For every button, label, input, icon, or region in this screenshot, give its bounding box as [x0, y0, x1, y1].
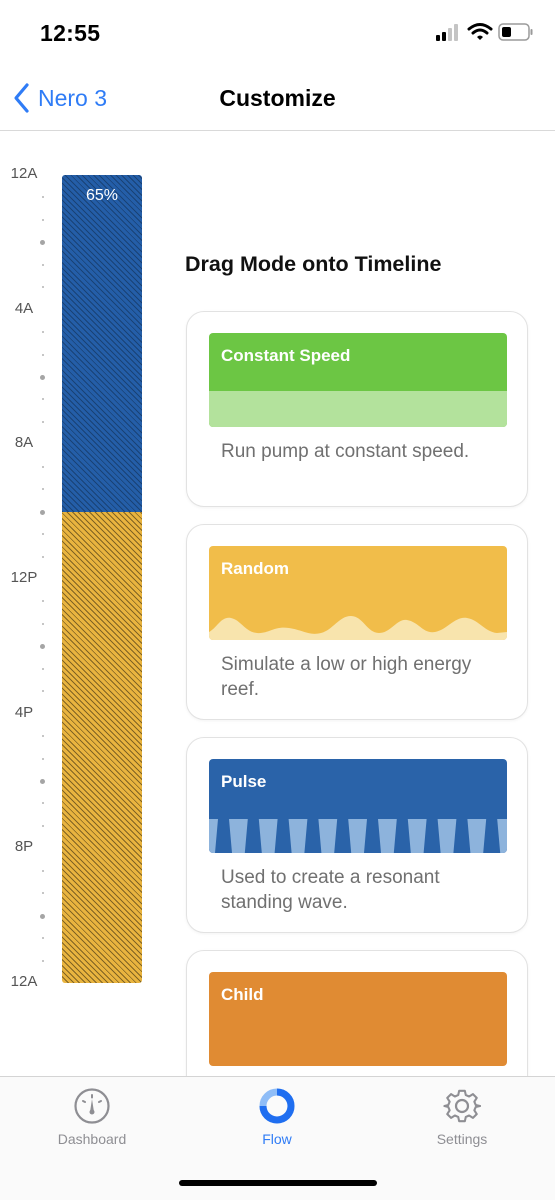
time-label: 12A: [10, 973, 38, 990]
time-label: 8A: [14, 434, 34, 452]
tab-label: Settings: [436, 1131, 488, 1147]
timeline-segment-random[interactable]: [62, 511, 142, 983]
mode-description: Simulate a low or high energy reef.: [221, 654, 472, 700]
tick-dot-major: [40, 779, 45, 784]
flat-wave-icon: [209, 391, 507, 427]
tick-dot: [42, 533, 44, 536]
mode-description: Run pump at constant speed.: [221, 441, 470, 462]
mode-banner-constant-speed: Constant Speed: [209, 333, 507, 427]
tick-dot-major: [40, 644, 45, 650]
tick-dot: [42, 353, 44, 356]
page-title: Customize: [219, 85, 336, 111]
tick-dot: [42, 196, 44, 199]
mode-title: Child: [221, 985, 264, 1004]
timeline-segment-pulse[interactable]: [62, 175, 142, 512]
status-time: 12:55: [40, 20, 101, 46]
time-label: 12P: [10, 569, 38, 586]
tick-dot: [42, 667, 44, 670]
mode-banner-random: Random: [209, 546, 507, 640]
tick-dot: [42, 263, 44, 266]
mode-banner-pulse: Pulse: [209, 759, 507, 853]
cellular-signal-icon: [436, 24, 458, 41]
segment-percent-label: 65%: [85, 187, 119, 204]
tick-dot: [42, 892, 44, 895]
pulse-wave-icon: [209, 819, 507, 853]
tick-dot: [42, 824, 44, 827]
tab-dashboard[interactable]: Dashboard: [22, 1087, 162, 1147]
tick-dot: [42, 622, 44, 625]
tick-dot: [42, 331, 44, 334]
time-label: 8P: [14, 838, 34, 856]
tick-dot: [42, 802, 44, 805]
modes-heading: Drag Mode onto Timeline: [185, 252, 442, 276]
tab-flow[interactable]: Flow: [207, 1087, 347, 1147]
mode-card-pulse[interactable]: Pulse Used to create a resonant standing…: [186, 737, 528, 933]
mode-title: Random: [221, 559, 289, 578]
status-bar: 12:55: [0, 0, 555, 66]
random-wave-icon: [209, 616, 507, 640]
flow-ring-icon: [259, 1088, 295, 1124]
gauge-icon: [74, 1088, 110, 1124]
tick-dot: [42, 959, 44, 962]
time-label: 12A: [10, 165, 38, 182]
tick-dot: [42, 420, 44, 423]
gear-icon: [443, 1089, 481, 1123]
timeline-bar[interactable]: 65%: [62, 175, 142, 983]
tick-dot: [42, 218, 44, 221]
tick-dot: [42, 937, 44, 940]
battery-icon: [498, 23, 533, 41]
mode-description: Used to create a resonant standing wave.: [221, 867, 440, 913]
navigation-bar: Nero 3 Customize: [0, 66, 555, 131]
tick-dot-major: [40, 240, 45, 246]
tick-dot: [42, 735, 44, 738]
tick-dot: [42, 869, 44, 872]
time-label: 4P: [14, 703, 34, 721]
tick-dot: [42, 690, 44, 693]
mode-card-constant-speed[interactable]: Constant Speed Run pump at constant spee…: [186, 311, 528, 507]
home-indicator: [179, 1180, 377, 1186]
tick-dot-major: [40, 375, 45, 380]
tick-dot-major: [40, 509, 45, 515]
tick-dot: [42, 757, 44, 760]
tick-dot: [42, 488, 44, 491]
tick-dot: [42, 600, 44, 603]
tab-label: Dashboard: [57, 1131, 127, 1147]
mode-title: Pulse: [221, 772, 267, 791]
tick-dot: [42, 555, 44, 558]
tick-dot: [42, 286, 44, 289]
mode-title: Constant Speed: [221, 346, 351, 365]
tick-dot: [42, 465, 44, 468]
tab-label: Flow: [262, 1131, 292, 1147]
tick-dot-major: [40, 913, 45, 919]
tab-settings[interactable]: Settings: [392, 1087, 532, 1147]
mode-card-random[interactable]: Random Simulate a low or high energy ree…: [186, 524, 528, 720]
time-label: 4A: [14, 299, 34, 317]
tick-dot: [42, 398, 44, 401]
wifi-icon: [467, 23, 493, 40]
mode-banner-child: Child: [209, 972, 507, 1066]
